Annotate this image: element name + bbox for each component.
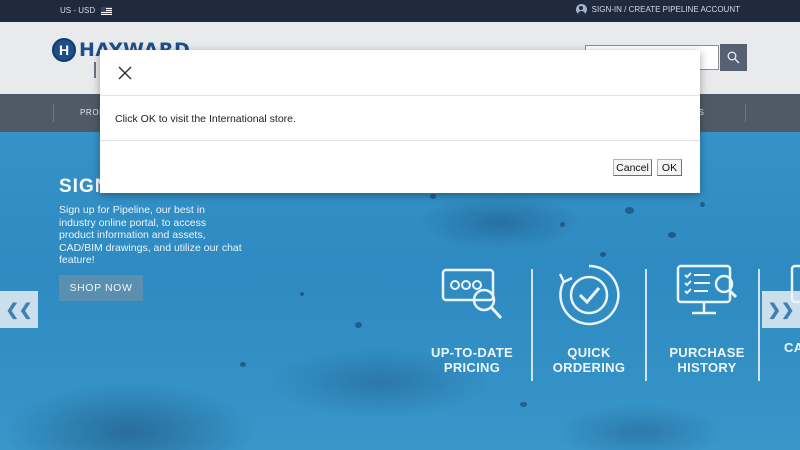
feature-label-line2: PRICING <box>443 360 501 375</box>
carousel-prev-button[interactable]: ❮❮ <box>0 291 38 328</box>
account-link[interactable]: SIGN-IN / CREATE PIPELINE ACCOUNT <box>575 4 740 15</box>
feature-pricing: UP-TO-DATE PRICING <box>417 262 527 375</box>
feature-divider <box>645 269 647 381</box>
search-button[interactable] <box>720 44 747 71</box>
dialog-message: Click OK to visit the International stor… <box>115 113 296 125</box>
feature-partial: CA <box>760 262 800 355</box>
user-icon <box>575 4 587 15</box>
dialog-divider <box>100 140 700 141</box>
international-store-dialog: Click OK to visit the International stor… <box>100 50 700 193</box>
search-icon <box>727 51 740 64</box>
nav-divider <box>745 104 746 122</box>
hero-description: Sign up for Pipeline, our best in indust… <box>59 204 242 266</box>
account-link-label[interactable]: SIGN-IN / CREATE PIPELINE ACCOUNT <box>592 5 740 14</box>
logo-subtext-fragment <box>94 62 96 78</box>
top-bar: US - USD SIGN-IN / CREATE PIPELINE ACCOU… <box>0 0 800 22</box>
close-icon <box>118 66 132 80</box>
dialog-divider <box>100 95 700 96</box>
close-button[interactable] <box>118 66 132 80</box>
checkmark-refresh-icon <box>558 264 620 326</box>
cancel-button[interactable]: Cancel <box>613 159 652 176</box>
logo-mark: H <box>52 38 76 62</box>
nav-divider <box>53 104 54 122</box>
monitor-checklist-icon <box>676 264 738 315</box>
partial-feature-icon <box>790 264 800 304</box>
feature-quick-ordering: QUICK ORDERING <box>534 262 644 375</box>
feature-label-line1: QUICK <box>567 345 611 360</box>
region-label[interactable]: US - USD <box>60 6 95 15</box>
ok-button[interactable]: OK <box>657 159 682 176</box>
feature-label-line1: CA <box>784 340 800 355</box>
feature-divider <box>531 269 533 381</box>
region-selector[interactable]: US - USD <box>60 6 113 15</box>
pricing-search-icon <box>441 268 503 320</box>
chevron-left-icon: ❮❮ <box>5 301 33 319</box>
feature-label-line2: ORDERING <box>552 360 626 375</box>
us-flag-icon <box>101 6 113 15</box>
feature-label-line2: HISTORY <box>677 360 737 375</box>
shop-now-button[interactable]: SHOP NOW <box>59 275 143 301</box>
feature-label-line1: UP-TO-DATE <box>431 345 513 360</box>
feature-label-line1: PURCHASE <box>669 345 745 360</box>
feature-purchase-history: PURCHASE HISTORY <box>652 262 762 375</box>
